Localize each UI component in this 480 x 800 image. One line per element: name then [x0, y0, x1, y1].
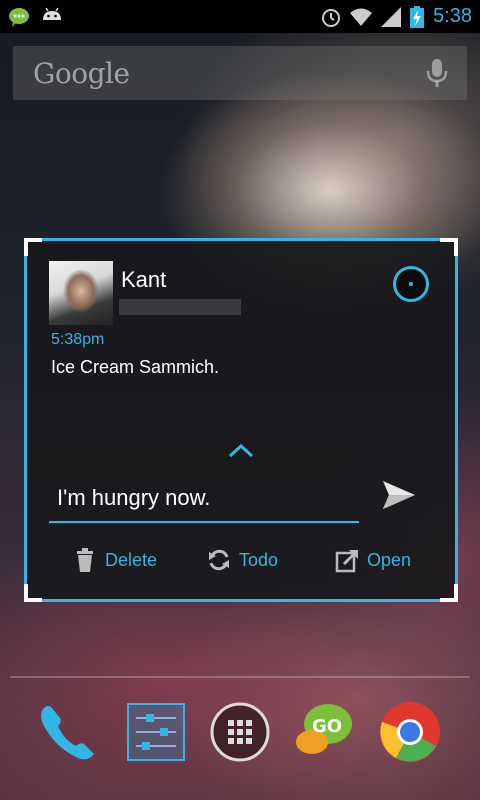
widget-actions: Delete Todo Open: [27, 543, 455, 577]
message-text: Ice Cream Sammich.: [51, 357, 220, 377]
delete-label: Delete: [105, 549, 158, 570]
open-button[interactable]: Open: [335, 547, 411, 573]
refresh-icon: [209, 549, 229, 571]
alarm-icon: [322, 8, 341, 27]
chevron-up-icon[interactable]: [227, 441, 255, 459]
open-external-icon: [335, 550, 358, 573]
todo-label: Todo: [239, 549, 279, 570]
phone-icon[interactable]: [34, 700, 98, 764]
send-icon[interactable]: [381, 479, 417, 511]
message-time: 5:38pm: [51, 331, 105, 348]
contact-subtitle-placeholder: [119, 299, 241, 315]
contact-avatar[interactable]: [49, 261, 113, 325]
resize-handle-top-right[interactable]: [440, 238, 458, 256]
signal-icon: [381, 6, 402, 27]
app-drawer-icon[interactable]: [208, 700, 272, 764]
chat-notification-icon: [9, 7, 29, 27]
go-sms-icon[interactable]: GO: [292, 700, 356, 764]
resize-handle-bottom-right[interactable]: [440, 584, 458, 602]
delete-button[interactable]: Delete: [73, 547, 157, 573]
dock: GO: [0, 700, 480, 780]
todo-button[interactable]: Todo: [207, 547, 278, 573]
svg-text:GO: GO: [312, 716, 342, 737]
trash-icon: [77, 548, 93, 572]
android-icon: [43, 7, 61, 20]
resize-handle-top-left[interactable]: [24, 238, 42, 256]
google-search-bar[interactable]: Google: [13, 46, 467, 100]
reply-input[interactable]: I'm hungry now.: [49, 481, 359, 523]
status-time: 5:38: [433, 5, 472, 27]
status-bar: 5:38: [0, 0, 480, 33]
message-widget[interactable]: Kant 5:38pm Ice Cream Sammich. I'm hungr…: [24, 238, 458, 602]
chrome-icon[interactable]: [378, 700, 442, 764]
contact-name: Kant: [121, 267, 167, 292]
settings-sliders-icon[interactable]: [124, 700, 188, 764]
status-ring-icon[interactable]: [393, 266, 429, 302]
open-label: Open: [367, 549, 412, 570]
resize-handle-bottom-left[interactable]: [24, 584, 42, 602]
battery-charging-icon: [410, 5, 425, 28]
dock-divider: [10, 676, 470, 678]
wifi-icon: [350, 8, 373, 26]
search-placeholder: Google: [33, 56, 130, 90]
mic-icon[interactable]: [425, 57, 449, 89]
reply-input-text: I'm hungry now.: [57, 485, 211, 510]
